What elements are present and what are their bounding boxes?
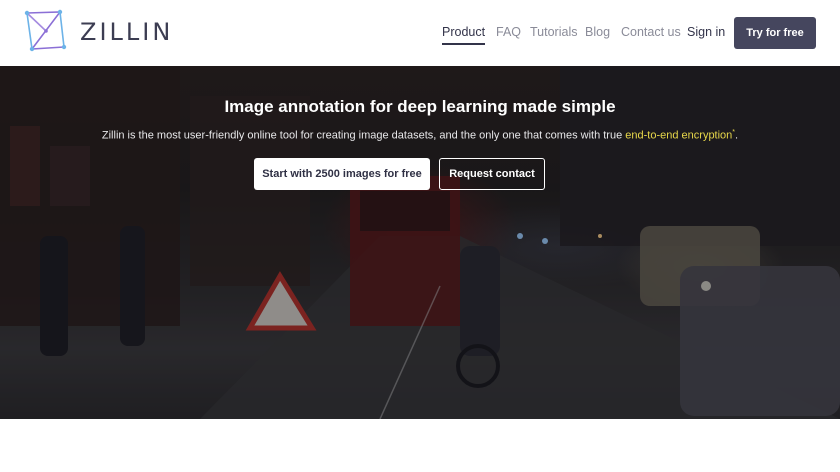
nav-tutorials[interactable]: Tutorials xyxy=(530,25,577,39)
sign-in-link[interactable]: Sign in xyxy=(687,25,725,39)
hero-subtitle-end: . xyxy=(735,129,739,142)
nav-blog[interactable]: Blog xyxy=(585,25,610,39)
start-free-button[interactable]: Start with 2500 images for free xyxy=(254,158,430,190)
end-to-end-encryption-link[interactable]: end-to-end encryption xyxy=(625,130,732,142)
hero-subtitle-text: Zillin is the most user-friendly online … xyxy=(101,129,626,142)
site-header: ZILLIN Product FAQ Tutorials Blog Contac… xyxy=(0,0,840,66)
nav-faq[interactable]: FAQ xyxy=(496,25,521,39)
hero-section: Image annotation for deep learning made … xyxy=(0,66,840,419)
hero-title: Image annotation for deep learning made … xyxy=(224,97,616,116)
hero-dark-overlay xyxy=(0,66,840,419)
brand-name: ZILLIN xyxy=(80,17,174,46)
nav-contact-us[interactable]: Contact us xyxy=(621,25,681,39)
nav-product[interactable]: Product xyxy=(442,25,486,45)
hero-subtitle: Zillin is the most user-friendly online … xyxy=(0,129,840,142)
request-contact-button[interactable]: Request contact xyxy=(439,158,545,190)
next-section xyxy=(0,419,840,472)
try-for-free-button[interactable]: Try for free xyxy=(734,17,816,49)
zillin-logo-icon xyxy=(24,9,67,52)
logo[interactable]: ZILLIN xyxy=(24,9,173,54)
